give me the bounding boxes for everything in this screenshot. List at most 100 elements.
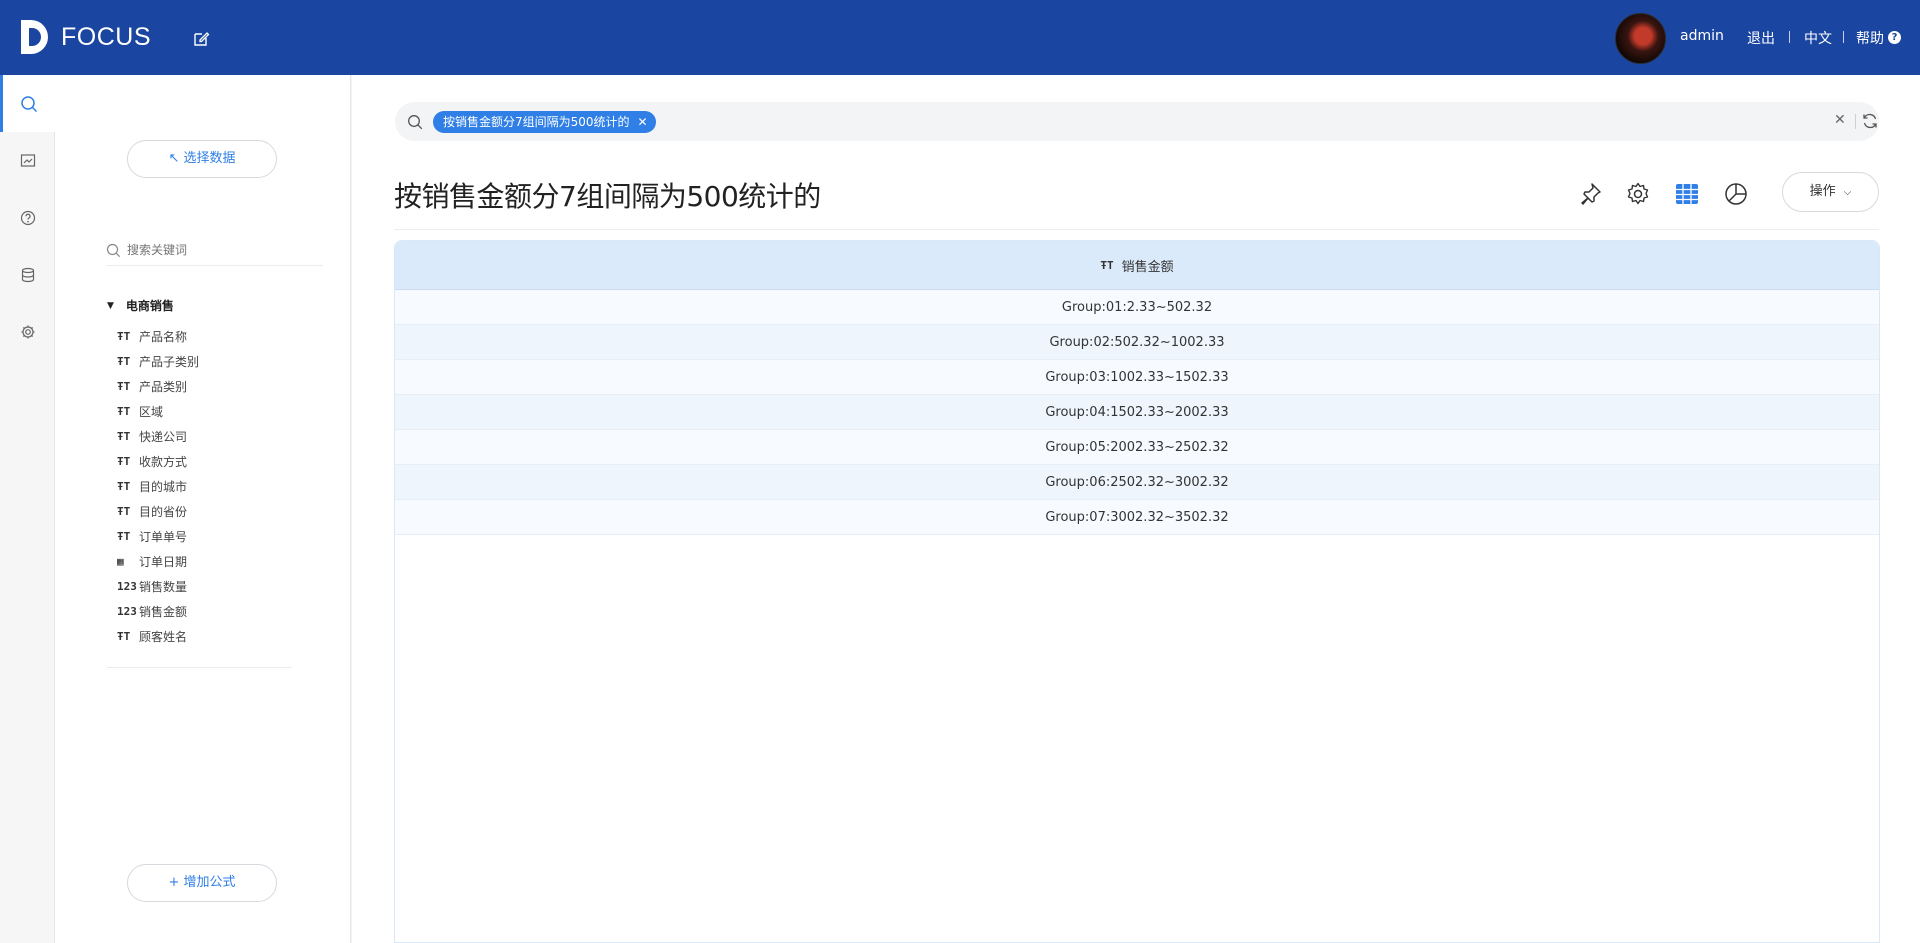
field-item[interactable]: ŦT 产品类别 [117, 374, 199, 399]
gear-icon [21, 325, 34, 338]
field-item[interactable]: ŦT 产品子类别 [117, 349, 199, 374]
username[interactable]: admin [1680, 28, 1724, 44]
search-icon [408, 115, 423, 130]
table-view-button[interactable] [1672, 179, 1702, 209]
logo-mark-icon [21, 20, 48, 54]
text-type-icon: ŦT [117, 480, 131, 493]
help-icon[interactable]: ? [1888, 31, 1901, 44]
text-type-icon: ŦT [117, 405, 131, 418]
nav-search[interactable] [0, 75, 55, 132]
field-label: 目的城市 [139, 480, 188, 494]
text-type-icon: ŦT [117, 380, 131, 393]
database-icon [21, 267, 34, 282]
text-type-icon: ŦT [117, 355, 131, 368]
field-label: 订单日期 [139, 555, 188, 569]
tree-group-header[interactable]: ▼ 电商销售 [107, 297, 174, 314]
field-label: 产品类别 [139, 380, 188, 394]
chevron-down-icon: ⌵ [1843, 187, 1852, 198]
column-header-label: 销售金额 [1121, 259, 1174, 275]
query-tag-label: 按销售金额分7组间隔为500统计的 [443, 115, 630, 129]
table-body: Group:01:2.33~502.32 Group:02:502.32~1002… [395, 290, 1879, 535]
text-type-icon: ŦT [117, 455, 131, 468]
text-type-icon: ŦT [1100, 258, 1114, 272]
field-item[interactable]: ŦT 产品名称 [117, 324, 199, 349]
table-cell: Group:07:3002.32~3502.32 [1045, 509, 1229, 525]
table-row[interactable]: Group:02:502.32~1002.33 [395, 325, 1879, 360]
number-type-icon: 123 [117, 580, 137, 593]
table-cell: Group:01:2.33~502.32 [1061, 299, 1213, 315]
table-cell: Group:06:2502.32~3002.32 [1045, 474, 1229, 490]
table-header[interactable]: ŦT 销售金额 [395, 241, 1879, 290]
focus-logo[interactable]: FOCUS [19, 18, 151, 56]
field-item[interactable]: ŦT 目的省份 [117, 499, 199, 524]
nav-help[interactable] [0, 189, 55, 246]
close-icon[interactable]: ✕ [638, 111, 648, 133]
field-item[interactable]: ŦT 目的城市 [117, 474, 199, 499]
query-bar-divider [1855, 114, 1856, 129]
language-switch[interactable]: 中文 [1804, 28, 1832, 48]
chart-view-button[interactable] [1721, 179, 1751, 209]
clear-query-icon[interactable]: ✕ [1834, 112, 1846, 128]
field-label: 产品子类别 [139, 355, 200, 369]
settings-button[interactable] [1623, 179, 1653, 209]
pin-button[interactable] [1575, 179, 1605, 209]
field-search-input[interactable] [127, 243, 307, 257]
operate-label: 操作 [1809, 184, 1836, 199]
table-icon [1676, 184, 1698, 204]
select-data-button[interactable]: ↖ 选择数据 [127, 140, 277, 178]
avatar[interactable] [1615, 13, 1666, 64]
pin-icon [1581, 183, 1601, 205]
search-icon [106, 243, 121, 257]
nav-board[interactable] [0, 132, 55, 189]
field-label: 销售金额 [139, 605, 188, 619]
logout-link[interactable]: 退出 [1747, 28, 1775, 48]
refresh-icon[interactable] [1860, 111, 1880, 131]
table-row[interactable]: Group:03:1002.33~1502.33 [395, 360, 1879, 395]
field-item[interactable]: ŦT 区域 [117, 399, 199, 424]
table-row[interactable]: Group:07:3002.32~3502.32 [395, 500, 1879, 535]
operate-dropdown[interactable]: 操作 ⌵ [1782, 172, 1879, 212]
data-panel: ↖ 选择数据 ▼ 电商销售 ŦT 产品名称 ŦT 产品子类别 ŦT 产品类别 ŦT 区域 ŦT 快… [55, 75, 351, 943]
query-tag[interactable]: 按销售金额分7组间隔为500统计的 ✕ [433, 111, 656, 133]
page-title: 按销售金额分7组间隔为500统计的 [394, 180, 821, 213]
field-item[interactable]: ŦT 顾客姓名 [117, 624, 199, 649]
help-circle-icon [20, 210, 35, 225]
help-link[interactable]: 帮助 [1856, 28, 1884, 48]
title-divider [394, 229, 1879, 230]
calendar-icon: ▦ [117, 555, 124, 568]
field-item[interactable]: 123 销售数量 [117, 574, 199, 599]
table-cell: Group:05:2002.33~2502.32 [1045, 439, 1229, 455]
caret-down-icon: ▼ [107, 300, 114, 311]
field-item[interactable]: ŦT 快递公司 [117, 424, 199, 449]
board-icon [20, 153, 35, 167]
table-row[interactable]: Group:06:2502.32~3002.32 [395, 465, 1879, 500]
field-label: 区域 [139, 405, 164, 419]
edit-icon[interactable] [192, 30, 210, 48]
field-item[interactable]: ŦT 订单单号 [117, 524, 199, 549]
table-row[interactable]: Group:05:2002.33~2502.32 [395, 430, 1879, 465]
table-row[interactable]: Group:01:2.33~502.32 [395, 290, 1879, 325]
result-table: ŦT 销售金额 Group:01:2.33~502.32 Group:02:502… [394, 240, 1880, 943]
top-header: FOCUS admin 退出 中文 帮助 ? [0, 0, 1920, 75]
header-divider [1789, 31, 1790, 43]
field-item[interactable]: ŦT 收款方式 [117, 449, 199, 474]
table-cell: Group:04:1502.33~2002.33 [1045, 404, 1229, 420]
table-row[interactable]: Group:04:1502.33~2002.33 [395, 395, 1879, 430]
query-bar[interactable]: 按销售金额分7组间隔为500统计的 ✕ ✕ [395, 102, 1879, 141]
field-item[interactable]: ▦ 订单日期 [117, 549, 199, 574]
text-type-icon: ŦT [117, 330, 131, 343]
main-content: 按销售金额分7组间隔为500统计的 ✕ ✕ 按销售金额分7组间隔为500统计的 … [352, 75, 1920, 943]
field-item[interactable]: 123 销售金额 [117, 599, 199, 624]
number-type-icon: 123 [117, 605, 137, 618]
nav-data[interactable] [0, 246, 55, 303]
pie-chart-icon [1725, 183, 1747, 205]
field-label: 产品名称 [139, 330, 188, 344]
table-cell: Group:03:1002.33~1502.33 [1045, 369, 1229, 385]
field-label: 收款方式 [139, 455, 188, 469]
panel-divider [107, 667, 292, 668]
search-icon [21, 95, 38, 112]
nav-settings[interactable] [0, 303, 55, 360]
gear-icon [1627, 182, 1649, 205]
add-formula-button[interactable]: + 增加公式 [127, 864, 277, 902]
text-type-icon: ŦT [117, 505, 131, 518]
